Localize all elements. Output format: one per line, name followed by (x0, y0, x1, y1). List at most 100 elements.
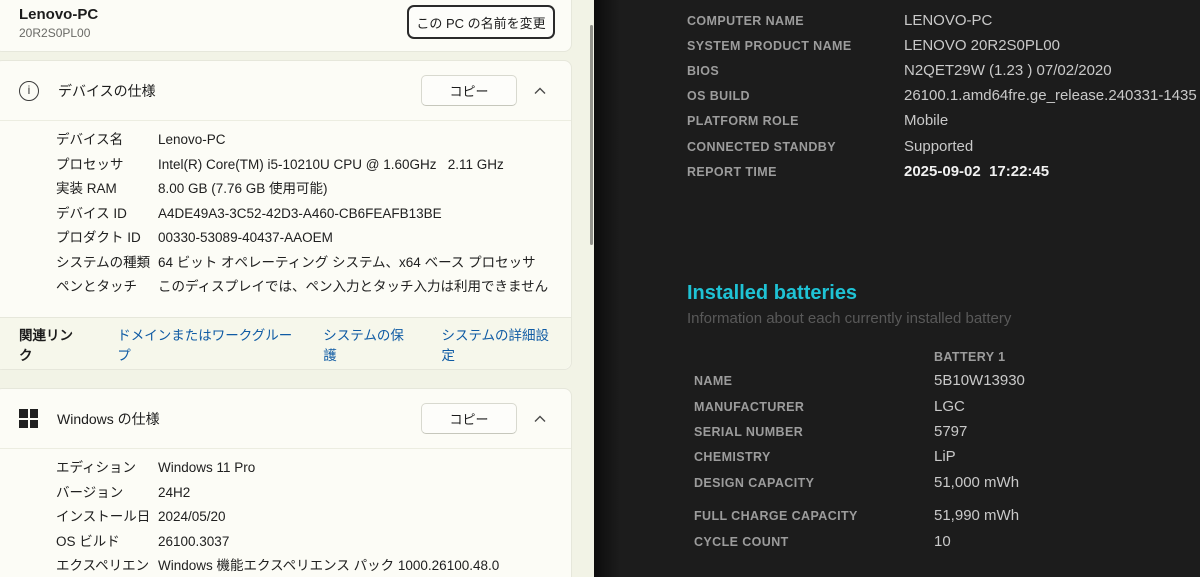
windows-spec-header: Windows の仕様 コピー (0, 389, 571, 448)
spec-value: 2024/05/20 (158, 509, 226, 524)
spec-label: エクスペリエンス (56, 558, 150, 577)
settings-scrollbar-thumb[interactable] (590, 25, 593, 245)
battery-label: SERIAL NUMBER (694, 425, 804, 439)
spec-label: デバイス名 (56, 132, 124, 147)
spec-row: デバイス ID A4DE49A3-3C52-42D3-A460-CB6FEAFB… (0, 202, 571, 227)
windows-spec-collapse-button[interactable] (525, 404, 555, 434)
spec-label: デバイス ID (56, 205, 127, 221)
report-row: BIOS N2QET29W (1.23 ) 07/02/2020 (594, 62, 1200, 84)
spec-row: プロダクト ID 00330-53089-40437-AAOEM (0, 226, 571, 251)
link-domain-or-workgroup[interactable]: ドメインまたはワークグループ (117, 324, 293, 364)
spec-label: 実装 RAM (56, 181, 117, 196)
device-spec-body: デバイス名 Lenovo-PC プロセッサ Intel(R) Core(TM) … (0, 120, 571, 300)
report-label: SYSTEM PRODUCT NAME (687, 39, 852, 53)
device-name-heading: Lenovo-PC (19, 6, 99, 23)
report-row: SYSTEM PRODUCT NAME LENOVO 20R2S0PL00 (594, 37, 1200, 59)
report-row: PLATFORM ROLE Mobile (594, 112, 1200, 134)
battery-value: 51,990 mWh (934, 507, 1020, 524)
rename-pc-button[interactable]: この PC の名前を変更 (407, 5, 555, 39)
report-label: OS BUILD (687, 89, 750, 103)
report-row: OS BUILD 26100.1.amd64fre.ge_release.240… (594, 87, 1200, 109)
spec-label: ペンとタッチ (56, 279, 137, 294)
spec-value: 24H2 (158, 484, 191, 500)
battery-value: 10 (934, 533, 951, 550)
battery-label: CHEMISTRY (694, 450, 771, 464)
battery-label: MANUFACTURER (694, 400, 805, 414)
spec-row: エクスペリエンス Windows 機能エクスペリエンス パック 1000.261… (0, 554, 571, 577)
spec-value: Intel(R) Core(TM) i5-10210U CPU @ 1.60GH… (158, 156, 504, 172)
device-spec-collapse-button[interactable] (525, 76, 555, 106)
report-value: LENOVO-PC (904, 12, 993, 29)
spec-value: このディスプレイでは、ペン入力とタッチ入力は利用できません (158, 279, 549, 294)
battery-row: MANUFACTURER LGC (594, 398, 1200, 420)
link-system-protection[interactable]: システムの保護 (323, 324, 411, 364)
battery-label: DESIGN CAPACITY (694, 476, 815, 490)
spec-row: デバイス名 Lenovo-PC (0, 128, 571, 153)
spec-row: プロセッサ Intel(R) Core(TM) i5-10210U CPU @ … (0, 153, 571, 178)
report-value: 26100.1.amd64fre.ge_release.240331-1435 (904, 87, 1197, 104)
spec-label: システムの種類 (56, 254, 151, 270)
spec-value: 00330-53089-40437-AAOEM (158, 230, 333, 245)
spec-row: OS ビルド 26100.3037 (0, 530, 571, 555)
spec-value: Windows 機能エクスペリエンス パック 1000.26100.48.0 (158, 558, 500, 573)
spec-label: インストール日 (56, 509, 151, 524)
info-icon: i (19, 80, 39, 101)
report-row: CONNECTED STANDBY Supported (594, 138, 1200, 160)
spec-label: プロダクト ID (56, 230, 141, 245)
report-label: CONNECTED STANDBY (687, 140, 836, 154)
battery-label: CYCLE COUNT (694, 535, 789, 549)
report-label: REPORT TIME (687, 165, 777, 179)
battery-label: NAME (694, 374, 733, 388)
battery-report-page: COMPUTER NAME LENOVO-PC SYSTEM PRODUCT N… (594, 0, 1200, 577)
report-time-value: 2025-09-02 17:22:45 (904, 163, 1050, 180)
windows-spec-card: Windows の仕様 コピー エディション Windows 11 Pro バー… (0, 388, 572, 577)
spec-label: エディション (56, 460, 137, 475)
battery-row: CYCLE COUNT 10 (594, 533, 1200, 555)
device-spec-title: デバイスの仕様 (58, 82, 156, 99)
windows-spec-title: Windows の仕様 (57, 410, 160, 427)
battery-value: 5B10W13930 (934, 372, 1025, 389)
battery-row: SERIAL NUMBER 5797 (594, 423, 1200, 445)
report-value: Mobile (904, 112, 949, 129)
chevron-up-icon (534, 411, 546, 426)
link-advanced-system-settings[interactable]: システムの詳細設定 (441, 324, 555, 364)
installed-batteries-heading: Installed batteries (687, 282, 858, 304)
battery-value: LiP (934, 448, 956, 465)
battery-row: FULL CHARGE CAPACITY 51,990 mWh (594, 507, 1200, 529)
spec-row: エディション Windows 11 Pro (0, 456, 571, 481)
battery-row: DESIGN CAPACITY 51,000 mWh (594, 474, 1200, 496)
device-spec-card: i デバイスの仕様 コピー デバイス名 Lenovo-PC プロセッサ Inte… (0, 60, 572, 370)
battery-row: CHEMISTRY LiP (594, 448, 1200, 470)
spec-row: システムの種類 64 ビット オペレーティング システム、x64 ベース プロセ… (0, 251, 571, 276)
report-value: LENOVO 20R2S0PL00 (904, 37, 1060, 54)
spec-row: 実装 RAM 8.00 GB (7.76 GB 使用可能) (0, 177, 571, 202)
spec-value: 64 ビット オペレーティング システム、x64 ベース プロセッサ (158, 254, 536, 270)
device-header-card: Lenovo-PC 20R2S0PL00 この PC の名前を変更 (0, 0, 572, 52)
report-value: Supported (904, 138, 974, 155)
chevron-up-icon (534, 83, 546, 98)
spec-row: ペンとタッチ このディスプレイでは、ペン入力とタッチ入力は利用できません (0, 275, 571, 300)
device-model-text: 20R2S0PL00 (19, 26, 91, 40)
windows-spec-body: エディション Windows 11 Pro バージョン 24H2 インストール日… (0, 448, 571, 577)
battery-value: LGC (934, 398, 965, 415)
spec-value: 8.00 GB (7.76 GB 使用可能) (158, 181, 328, 196)
related-links-row: 関連リンク ドメインまたはワークグループ システムの保護 システムの詳細設定 (0, 317, 571, 369)
battery-row: NAME 5B10W13930 (594, 372, 1200, 394)
device-spec-copy-button[interactable]: コピー (421, 75, 517, 106)
spec-value: A4DE49A3-3C52-42D3-A460-CB6FEAFB13BE (158, 205, 442, 221)
device-spec-header: i デバイスの仕様 コピー (0, 61, 571, 120)
spec-value: 26100.3037 (158, 533, 230, 549)
screenshot-root: Lenovo-PC 20R2S0PL00 この PC の名前を変更 i デバイス… (0, 0, 1200, 577)
report-label: COMPUTER NAME (687, 14, 805, 28)
report-row: COMPUTER NAME LENOVO-PC (594, 12, 1200, 34)
spec-value: Windows 11 Pro (158, 460, 256, 475)
windows-spec-copy-button[interactable]: コピー (421, 403, 517, 434)
spec-row: バージョン 24H2 (0, 481, 571, 506)
battery-value: 51,000 mWh (934, 474, 1020, 491)
windows-logo-icon (19, 409, 38, 428)
spec-label: OS ビルド (56, 533, 120, 549)
battery-label: FULL CHARGE CAPACITY (694, 509, 858, 523)
battery-value: 5797 (934, 423, 968, 440)
installed-batteries-subtitle: Information about each currently install… (687, 310, 1012, 327)
battery-column-header: BATTERY 1 (934, 350, 1006, 364)
